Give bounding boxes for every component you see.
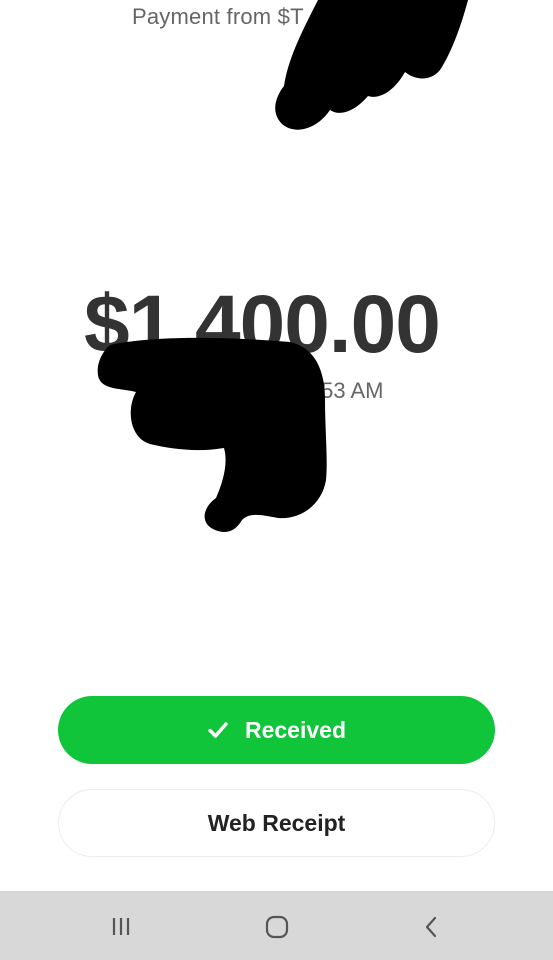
received-label: Received <box>244 716 346 743</box>
home-button[interactable] <box>257 907 297 947</box>
received-button[interactable]: Received <box>58 696 495 764</box>
back-button[interactable] <box>412 907 452 947</box>
payment-from-text: Payment from $T <box>132 4 304 29</box>
web-receipt-button[interactable]: Web Receipt <box>58 789 495 857</box>
system-nav-bar <box>0 891 553 960</box>
home-icon <box>265 915 289 939</box>
back-icon <box>425 916 437 938</box>
payment-time: :53 AM <box>315 378 384 403</box>
checkmark-icon <box>207 719 229 741</box>
recent-apps-button[interactable] <box>102 907 142 947</box>
redaction-mark-top <box>275 0 468 130</box>
recent-apps-icon <box>112 918 130 935</box>
payment-amount: $1,400.00 <box>84 279 441 370</box>
web-receipt-label: Web Receipt <box>207 809 346 836</box>
